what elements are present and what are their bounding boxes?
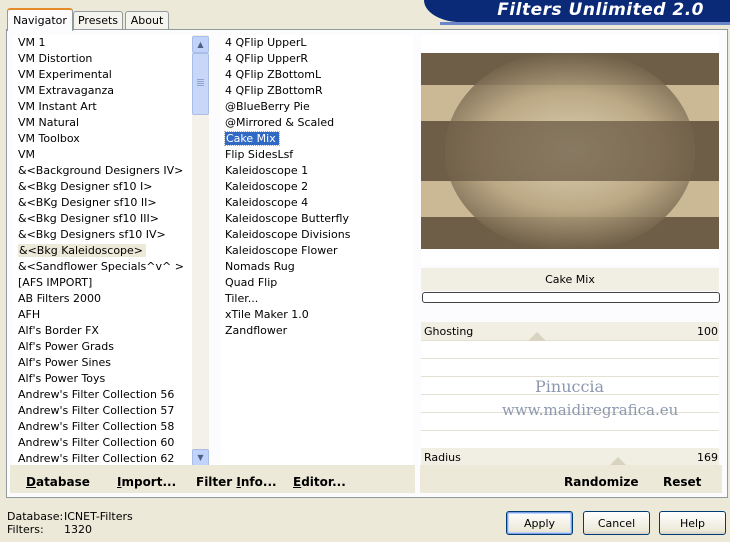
tab-navigator[interactable]: Navigator xyxy=(7,8,73,31)
filter-item[interactable]: Quad Flip xyxy=(221,275,413,291)
filter-list[interactable]: 4 QFlip UpperL 4 QFlip UpperR 4 QFlip ZBot… xyxy=(221,35,413,467)
title-banner: Filters Unlimited 2.0 xyxy=(424,0,730,22)
filter-item[interactable]: 4 QFlip UpperL xyxy=(221,35,413,51)
filters-count: 1320 xyxy=(64,523,92,536)
help-button[interactable]: Help xyxy=(659,511,726,535)
filter-item[interactable]: Cake Mix xyxy=(221,131,413,147)
tab-navigator-label: Navigator xyxy=(13,14,67,27)
category-item[interactable]: VM Natural xyxy=(14,115,191,131)
category-item[interactable]: Alf's Power Grads xyxy=(14,339,191,355)
apply-button[interactable]: Apply xyxy=(506,511,573,535)
filter-item[interactable]: Kaleidoscope Butterfly xyxy=(221,211,413,227)
filter-item[interactable]: Kaleidoscope 4 xyxy=(221,195,413,211)
category-item[interactable]: &<Bkg Designer sf10 I> xyxy=(14,179,191,195)
filter-item[interactable]: Flip SidesLsf xyxy=(221,147,413,163)
filter-item[interactable]: Kaleidoscope Divisions xyxy=(221,227,413,243)
reset-button[interactable]: Reset xyxy=(663,475,701,489)
param-radius-value: 169 xyxy=(697,451,718,464)
category-item[interactable]: &<Bkg Designer sf10 III> xyxy=(14,211,191,227)
database-value: ICNET-Filters xyxy=(64,510,133,523)
param-ghosting-slider-thumb[interactable] xyxy=(528,332,547,341)
category-item[interactable]: &<Sandflower Specials^v^ > xyxy=(14,259,191,275)
preview-image xyxy=(421,53,719,249)
watermark-name: Pinuccia xyxy=(535,377,605,396)
category-item[interactable]: VM xyxy=(14,147,191,163)
category-item[interactable]: VM Instant Art xyxy=(14,99,191,115)
category-list[interactable]: VM 1 VM Distortion VM Experimental VM Extra… xyxy=(14,35,191,467)
category-item[interactable]: VM Distortion xyxy=(14,51,191,67)
filter-item[interactable]: @BlueBerry Pie xyxy=(221,99,413,115)
param-radius-label: Radius xyxy=(424,451,461,464)
banner-stripe xyxy=(440,22,730,25)
filter-item[interactable]: Nomads Rug xyxy=(221,259,413,275)
import-button[interactable]: Import... xyxy=(117,475,176,489)
preview-filter-name: Cake Mix xyxy=(545,273,595,286)
category-item[interactable]: Alf's Power Toys xyxy=(14,371,191,387)
category-item[interactable]: VM Extravaganza xyxy=(14,83,191,99)
filter-item[interactable]: @Mirrored & Scaled xyxy=(221,115,413,131)
scroll-up-arrow-icon[interactable]: ▲ xyxy=(192,36,209,53)
param-ghosting-value: 100 xyxy=(697,325,718,338)
tab-about[interactable]: About xyxy=(125,11,169,29)
filter-item[interactable]: 4 QFlip ZBottomL xyxy=(221,67,413,83)
category-item[interactable]: Alf's Power Sines xyxy=(14,355,191,371)
randomize-button[interactable]: Randomize xyxy=(564,475,638,489)
category-item[interactable]: AFH xyxy=(14,307,191,323)
filter-item[interactable]: Kaleidoscope Flower xyxy=(221,243,413,259)
filter-item[interactable]: 4 QFlip ZBottomR xyxy=(221,83,413,99)
filter-item[interactable]: Zandflower xyxy=(221,323,413,339)
category-item[interactable]: VM 1 xyxy=(14,35,191,51)
category-item[interactable]: VM Experimental xyxy=(14,67,191,83)
category-item[interactable]: Andrew's Filter Collection 57 xyxy=(14,403,191,419)
tab-presets-label: Presets xyxy=(77,14,119,27)
filter-item[interactable]: Kaleidoscope 1 xyxy=(221,163,413,179)
category-item[interactable]: VM Toolbox xyxy=(14,131,191,147)
tab-about-label: About xyxy=(130,14,164,27)
scroll-down-arrow-icon[interactable]: ▼ xyxy=(192,449,209,466)
category-item[interactable]: Andrew's Filter Collection 56 xyxy=(14,387,191,403)
category-item[interactable]: [AFS IMPORT] xyxy=(14,275,191,291)
progress-bar xyxy=(422,292,720,303)
filter-item[interactable]: Kaleidoscope 2 xyxy=(221,179,413,195)
app-title: Filters Unlimited 2.0 xyxy=(497,0,704,20)
category-item[interactable]: AB Filters 2000 xyxy=(14,291,191,307)
scroll-thumb[interactable] xyxy=(192,53,209,115)
database-button[interactable]: Database xyxy=(26,475,90,489)
param-ghosting-label: Ghosting xyxy=(424,325,474,338)
watermark-url: www.maidiregrafica.eu xyxy=(502,401,679,419)
category-item[interactable]: Alf's Border FX xyxy=(14,323,191,339)
filters-label: Filters: xyxy=(7,523,44,536)
tab-presets[interactable]: Presets xyxy=(73,11,123,29)
category-item[interactable]: &<Background Designers IV> xyxy=(14,163,191,179)
database-label: Database: xyxy=(7,510,64,523)
filter-item[interactable]: 4 QFlip UpperR xyxy=(221,51,413,67)
filter-item[interactable]: Tiler... xyxy=(221,291,413,307)
category-item[interactable]: &<Bkg Kaleidoscope> xyxy=(14,243,191,259)
cancel-button[interactable]: Cancel xyxy=(583,511,650,535)
category-item[interactable]: Andrew's Filter Collection 60 xyxy=(14,435,191,451)
category-item[interactable]: Andrew's Filter Collection 58 xyxy=(14,419,191,435)
param-radius-row[interactable] xyxy=(421,448,719,466)
category-item[interactable]: &<BKg Designer sf10 II> xyxy=(14,195,191,211)
category-item[interactable]: &<Bkg Designers sf10 IV> xyxy=(14,227,191,243)
preview-filter-name-bar: Cake Mix xyxy=(421,268,719,291)
editor-button[interactable]: Editor... xyxy=(293,475,346,489)
filter-item[interactable]: xTile Maker 1.0 xyxy=(221,307,413,323)
filter-info-button[interactable]: Filter Info... xyxy=(196,475,277,489)
